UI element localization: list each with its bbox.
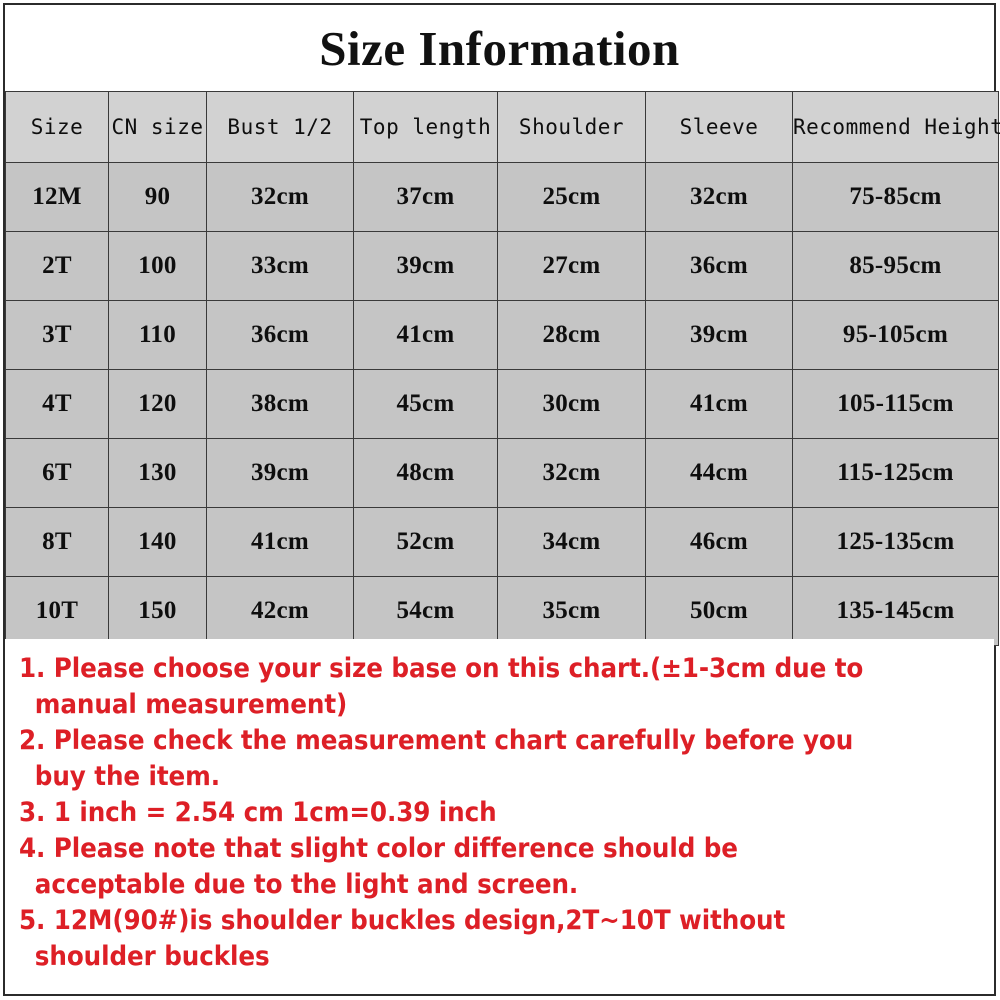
cell-bust-half: 39cm xyxy=(206,438,354,508)
cell-bust-half: 42cm xyxy=(206,576,354,646)
cell-cn-size: 110 xyxy=(108,300,207,370)
page-title: Size Information xyxy=(319,20,680,76)
column-header-shoulder: Shoulder xyxy=(497,91,646,163)
column-header-top-length: Top length xyxy=(353,91,498,163)
cell-cn-size: 100 xyxy=(108,231,207,301)
cell-bust-half: 36cm xyxy=(206,300,354,370)
cell-sleeve: 32cm xyxy=(645,162,793,232)
table-row: 8T 140 41cm 52cm 34cm 46cm 125-135cm xyxy=(5,507,999,577)
column-header-bust-half: Bust 1/2 xyxy=(206,91,354,163)
cell-shoulder: 35cm xyxy=(497,576,646,646)
cell-size: 12M xyxy=(5,162,109,232)
cell-shoulder: 32cm xyxy=(497,438,646,508)
column-header-recommend-height: Recommend Height xyxy=(792,91,1000,163)
cell-cn-size: 150 xyxy=(108,576,207,646)
cell-recommend-height: 135-145cm xyxy=(792,576,999,646)
cell-recommend-height: 95-105cm xyxy=(792,300,999,370)
cell-bust-half: 33cm xyxy=(206,231,354,301)
column-header-cn-size: CN size xyxy=(108,91,207,163)
cell-size: 10T xyxy=(5,576,109,646)
cell-bust-half: 32cm xyxy=(206,162,354,232)
table-header: Size CN size Bust 1/2 Top length Shoulde… xyxy=(5,91,1000,163)
cell-cn-size: 140 xyxy=(108,507,207,577)
cell-top-length: 52cm xyxy=(353,507,498,577)
cell-size: 6T xyxy=(5,438,109,508)
cell-cn-size: 130 xyxy=(108,438,207,508)
title-band: Size Information xyxy=(5,5,994,91)
size-table: Size CN size Bust 1/2 Top length Shoulde… xyxy=(5,91,1000,646)
cell-bust-half: 38cm xyxy=(206,369,354,439)
table-body: 12M 90 32cm 37cm 25cm 32cm 75-85cm 2T 10… xyxy=(5,162,999,646)
note-line-9: shoulder buckles xyxy=(34,941,270,972)
column-header-size: Size xyxy=(5,91,109,163)
cell-top-length: 41cm xyxy=(353,300,498,370)
note-line-7: acceptable due to the light and screen. xyxy=(34,869,579,900)
cell-recommend-height: 115-125cm xyxy=(792,438,999,508)
cell-recommend-height: 125-135cm xyxy=(792,507,999,577)
cell-shoulder: 27cm xyxy=(497,231,646,301)
cell-sleeve: 50cm xyxy=(645,576,793,646)
note-line-8: 5. 12M(90#)is shoulder buckles design,2T… xyxy=(19,905,786,936)
cell-top-length: 45cm xyxy=(353,369,498,439)
note-line-5: 3. 1 inch = 2.54 cm 1cm=0.39 inch xyxy=(19,797,497,828)
cell-sleeve: 39cm xyxy=(645,300,793,370)
cell-bust-half: 41cm xyxy=(206,507,354,577)
cell-sleeve: 44cm xyxy=(645,438,793,508)
cell-recommend-height: 85-95cm xyxy=(792,231,999,301)
note-line-4: buy the item. xyxy=(34,761,221,792)
cell-sleeve: 46cm xyxy=(645,507,793,577)
cell-sleeve: 41cm xyxy=(645,369,793,439)
cell-shoulder: 30cm xyxy=(497,369,646,439)
chart-frame: Size Information Size CN size Bust 1/2 T… xyxy=(3,3,1000,996)
cell-top-length: 48cm xyxy=(353,438,498,508)
cell-sleeve: 36cm xyxy=(645,231,793,301)
cell-size: 4T xyxy=(5,369,109,439)
cell-cn-size: 90 xyxy=(108,162,207,232)
table-row: 12M 90 32cm 37cm 25cm 32cm 75-85cm xyxy=(5,162,999,232)
table-row: 4T 120 38cm 45cm 30cm 41cm 105-115cm xyxy=(5,369,999,439)
cell-size: 8T xyxy=(5,507,109,577)
cell-top-length: 39cm xyxy=(353,231,498,301)
note-line-1: 1. Please choose your size base on this … xyxy=(19,653,864,684)
note-line-3: 2. Please check the measurement chart ca… xyxy=(19,725,854,756)
note-line-2: manual measurement) xyxy=(34,689,348,720)
table-row: 3T 110 36cm 41cm 28cm 39cm 95-105cm xyxy=(5,300,999,370)
note-line-6: 4. Please note that slight color differe… xyxy=(19,833,738,864)
cell-recommend-height: 105-115cm xyxy=(792,369,999,439)
cell-shoulder: 25cm xyxy=(497,162,646,232)
size-information-page: Size Information Size CN size Bust 1/2 T… xyxy=(0,0,1000,1000)
cell-shoulder: 34cm xyxy=(497,507,646,577)
cell-top-length: 37cm xyxy=(353,162,498,232)
column-header-sleeve: Sleeve xyxy=(645,91,793,163)
cell-size: 2T xyxy=(5,231,109,301)
notes-section: 1. Please choose your size base on this … xyxy=(5,639,994,994)
table-row: 10T 150 42cm 54cm 35cm 50cm 135-145cm xyxy=(5,576,999,646)
cell-shoulder: 28cm xyxy=(497,300,646,370)
cell-cn-size: 120 xyxy=(108,369,207,439)
cell-recommend-height: 75-85cm xyxy=(792,162,999,232)
table-row: 2T 100 33cm 39cm 27cm 36cm 85-95cm xyxy=(5,231,999,301)
cell-size: 3T xyxy=(5,300,109,370)
table-header-row: Size CN size Bust 1/2 Top length Shoulde… xyxy=(5,91,1000,163)
table-row: 6T 130 39cm 48cm 32cm 44cm 115-125cm xyxy=(5,438,999,508)
cell-top-length: 54cm xyxy=(353,576,498,646)
